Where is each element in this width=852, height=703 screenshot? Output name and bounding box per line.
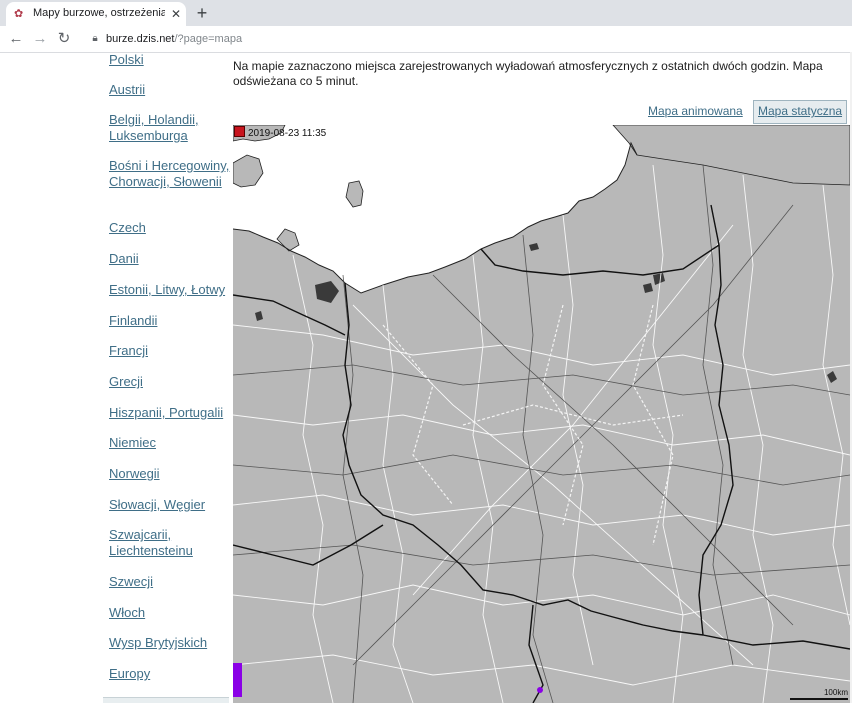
close-tab-icon[interactable]: ✕ [169, 6, 183, 22]
timestamp-text: 2019-08-23 11:35 [248, 128, 327, 139]
sidebar-item-finlandii[interactable]: Finlandii [109, 313, 231, 329]
lake-3 [529, 243, 539, 251]
legend-color-bar [233, 663, 242, 697]
address-bar[interactable]: burze.dzis.net/?page=mapa [106, 32, 242, 46]
url-path: /?page=mapa [174, 33, 243, 45]
browser-toolbar: ← → ↻ 🔒︎ burze.dzis.net/?page=mapa [0, 26, 852, 53]
sidebar-ad-strip [103, 697, 229, 703]
tab-title: Mapy burzowe, ostrzeżenia pogod [33, 7, 165, 19]
sidebar-item-danii[interactable]: Danii [109, 251, 231, 267]
sidebar-item-hiszpanii[interactable]: Hiszpanii, Portugalii [109, 405, 231, 421]
sidebar-item-szwajcarii[interactable]: Szwajcarii, Liechtensteinu [109, 527, 231, 559]
region-borders [382, 304, 684, 546]
sidebar-item-slowacji[interactable]: Słowacji, Węgier [109, 497, 231, 513]
url-host: burze.dzis.net [106, 33, 175, 45]
lake-2 [643, 283, 653, 293]
lock-icon[interactable]: 🔒︎ [89, 32, 101, 46]
sidebar-item-grecji[interactable]: Grecji [109, 374, 231, 390]
sidebar-item-polski[interactable]: Polski [109, 52, 231, 68]
animated-map-link[interactable]: Mapa animowana [648, 103, 743, 119]
sidebar-item-belgii[interactable]: Belgii, Holandii, Luksemburga [109, 112, 231, 144]
szczecin-lagoon [315, 281, 339, 303]
timestamp-color-swatch [234, 126, 245, 137]
back-arrow-icon[interactable]: ← [7, 29, 25, 49]
country-sidebar: Polski Austrii Belgii, Holandii, Luksemb… [0, 52, 233, 703]
country-borders [233, 204, 850, 703]
sidebar-item-bosni[interactable]: Bośni i Hercegowiny, Chorwacji, Słowenii [109, 158, 231, 190]
lake-5 [827, 371, 837, 383]
site-favicon-icon: ✿ [14, 8, 24, 20]
sidebar-item-szwecji[interactable]: Szwecji [109, 574, 231, 590]
scale-bar [790, 698, 848, 700]
new-tab-button[interactable]: + [193, 1, 211, 25]
sidebar-item-francji[interactable]: Francji [109, 343, 231, 359]
baltic-sea [233, 125, 633, 293]
sidebar-item-europy[interactable]: Europy [109, 666, 231, 682]
lake-1 [653, 273, 665, 285]
scale-label: 100km [823, 688, 848, 697]
browser-tab[interactable]: ✿ Mapy burzowe, ostrzeżenia pogod ✕ [6, 2, 186, 26]
sidebar-item-wloch[interactable]: Włoch [109, 605, 231, 621]
sidebar-item-wysp-brytyjskich[interactable]: Wysp Brytyjskich [109, 635, 231, 651]
sidebar-item-norwegii[interactable]: Norwegii [109, 466, 231, 482]
forward-arrow-icon[interactable]: → [31, 29, 49, 49]
sidebar-item-estonii[interactable]: Estonii, Litwy, Łotwy [109, 282, 231, 298]
lightning-strike-marker [537, 687, 543, 693]
static-map-tab[interactable]: Mapa statyczna [753, 100, 848, 124]
sidebar-item-czech[interactable]: Czech [109, 220, 231, 236]
baltic-states-coast [612, 125, 850, 186]
map-timestamp: 2019-08-23 11:35 [234, 126, 327, 139]
lake-4 [255, 311, 263, 321]
sidebar-item-niemiec[interactable]: Niemiec [109, 435, 231, 451]
reload-icon[interactable]: ↻ [55, 29, 73, 49]
map-image [233, 125, 850, 703]
map-description: Na mapie zaznaczono miejsca zarejestrowa… [233, 59, 823, 88]
lightning-map[interactable]: 2019-08-23 11:35 100km [233, 125, 850, 703]
sidebar-item-austrii[interactable]: Austrii [109, 82, 231, 98]
browser-tab-strip: ✿ Mapy burzowe, ostrzeżenia pogod ✕ + [0, 0, 852, 26]
